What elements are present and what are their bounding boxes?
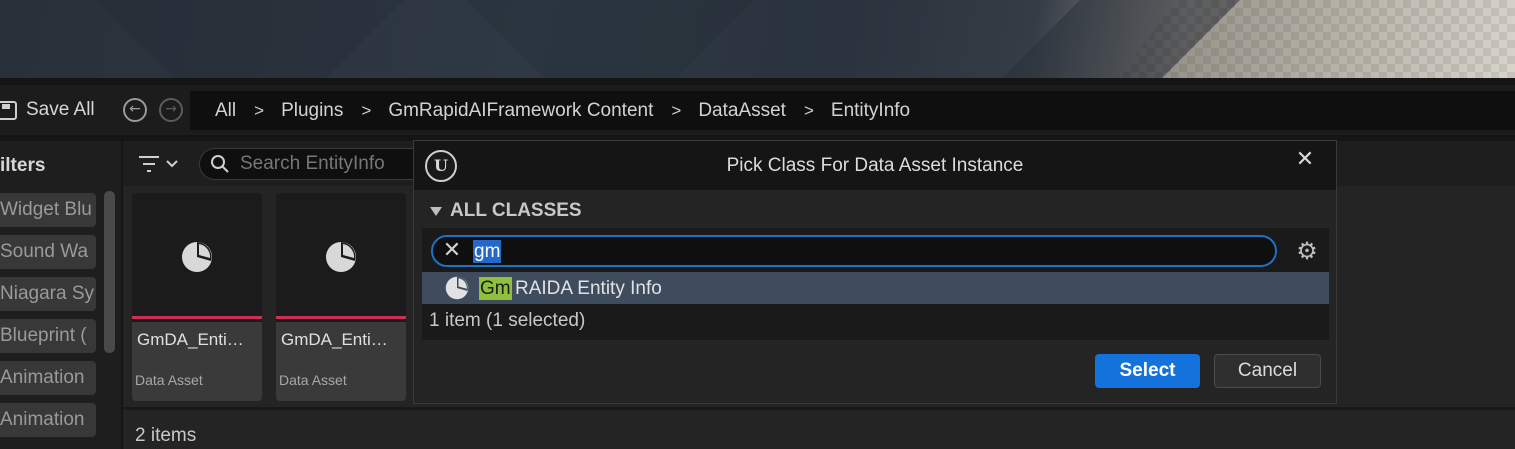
asset-tile[interactable]: GmDA_Enti… Data Asset (276, 193, 406, 401)
class-search-value[interactable]: gm (473, 240, 502, 263)
filter-chip[interactable]: Sound Wa (0, 235, 96, 269)
arrow-left-circle-icon: ← (129, 101, 141, 117)
asset-count: 2 items (135, 425, 197, 446)
filter-chip[interactable]: Animation (0, 403, 96, 437)
all-classes-header[interactable]: ALL CLASSES (422, 196, 1328, 226)
forward-button[interactable]: → (159, 98, 183, 122)
class-picker: ✕ gm ⚙ Gm RAIDA Entity Info 1 item (1 se… (422, 228, 1329, 340)
asset-thumbnail (132, 193, 262, 319)
section-label: ALL CLASSES (450, 200, 582, 221)
dialog-title-bar: Pick Class For Data Asset Instance U ✕ (414, 141, 1336, 190)
chevron-right-icon[interactable]: > (361, 101, 371, 121)
result-count: 1 item (1 selected) (429, 310, 586, 331)
filter-icon (139, 156, 178, 172)
breadcrumb-item[interactable]: Plugins (281, 100, 343, 122)
gear-icon: ⚙ (1296, 237, 1318, 265)
filters-panel: ilters Widget Blu Sound Wa Niagara Sy Bl… (0, 141, 121, 449)
breadcrumb: All > Plugins > GmRapidAIFramework Conte… (190, 91, 1515, 130)
chevron-right-icon[interactable]: > (804, 101, 814, 121)
asset-name: GmDA_Enti… (137, 330, 244, 349)
asset-name: GmDA_Enti… (281, 330, 388, 349)
asset-tile[interactable]: GmDA_Enti… Data Asset (132, 193, 262, 401)
content-browser-toolbar: Save All ← → All > Plugins > GmRapidAIFr… (0, 85, 1515, 135)
search-match-highlight: Gm (479, 277, 512, 300)
filter-chip[interactable]: Widget Blu (0, 193, 96, 227)
breadcrumb-item[interactable]: GmRapidAIFramework Content (388, 100, 653, 122)
data-asset-icon (326, 242, 356, 272)
viewport-shadow (66, 0, 434, 78)
cancel-button[interactable]: Cancel (1214, 354, 1321, 388)
level-viewport (0, 0, 1515, 78)
filter-chip[interactable]: Niagara Sy (0, 277, 96, 311)
back-button[interactable]: ← (123, 98, 147, 122)
filter-chip[interactable]: Animation (0, 361, 96, 395)
class-list-item[interactable]: Gm RAIDA Entity Info (422, 272, 1329, 304)
clear-search-icon[interactable]: ✕ (441, 240, 463, 262)
viewport-shadow (426, 0, 794, 78)
filters-scrollbar[interactable] (104, 191, 115, 353)
asset-info: GmDA_Enti… Data Asset (132, 322, 262, 401)
asset-thumbnail (276, 193, 406, 319)
data-asset-icon (182, 242, 212, 272)
triangle-down-icon (430, 206, 442, 216)
chevron-right-icon[interactable]: > (671, 101, 681, 121)
arrow-right-circle-icon: → (165, 101, 177, 117)
breadcrumb-item[interactable]: EntityInfo (831, 100, 910, 122)
save-all-label: Save All (26, 99, 95, 120)
unreal-logo-icon: U (425, 150, 457, 182)
filters-title: ilters (0, 155, 46, 176)
close-icon: ✕ (1295, 147, 1315, 172)
pick-class-dialog: Pick Class For Data Asset Instance U ✕ A… (413, 140, 1337, 404)
dialog-title: Pick Class For Data Asset Instance (726, 155, 1024, 176)
data-asset-icon (445, 276, 469, 300)
chevron-right-icon[interactable]: > (254, 101, 264, 121)
class-search-input[interactable]: ✕ gm (431, 235, 1277, 267)
breadcrumb-item[interactable]: All (215, 100, 236, 122)
class-name: RAIDA Entity Info (515, 278, 662, 299)
select-button[interactable]: Select (1095, 354, 1200, 388)
search-icon (211, 155, 229, 173)
filter-dropdown-button[interactable] (137, 151, 183, 177)
asset-type: Data Asset (279, 372, 347, 388)
asset-type: Data Asset (135, 372, 203, 388)
close-button[interactable]: ✕ (1294, 149, 1316, 171)
divider (123, 407, 1515, 410)
save-all-button[interactable]: Save All (0, 97, 95, 123)
breadcrumb-item[interactable]: DataAsset (698, 100, 786, 122)
asset-info: GmDA_Enti… Data Asset (276, 322, 406, 401)
filter-chip[interactable]: Blueprint ( (0, 319, 96, 353)
save-icon (0, 101, 17, 120)
settings-button[interactable]: ⚙ (1293, 237, 1321, 265)
